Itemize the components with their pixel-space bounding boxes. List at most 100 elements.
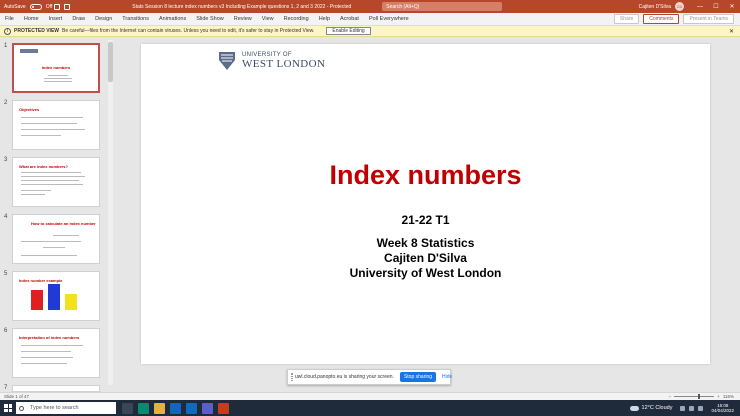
info-icon: i [4,27,11,35]
word-icon[interactable] [170,402,181,414]
tab-file[interactable]: File [0,16,19,22]
system-tray [680,405,704,411]
close-icon[interactable]: ✕ [729,28,734,35]
enable-editing-button[interactable]: Enable Editing [326,27,371,35]
volume-icon[interactable] [698,405,704,411]
tab-animations[interactable]: Animations [154,16,191,22]
chevron-up-icon[interactable] [680,405,686,411]
thumbnail-scrollbar[interactable] [108,40,113,385]
start-button[interactable] [0,400,16,416]
stop-sharing-button[interactable]: Stop sharing [399,372,437,382]
tab-recording[interactable]: Recording [279,16,314,22]
file-explorer-icon[interactable] [154,402,165,414]
tab-review[interactable]: Review [229,16,257,22]
screen-share-bar: uwl.cloud.panopto.eu is sharing your scr… [287,369,452,385]
clock-date: 04/04/2022 [711,408,734,413]
slide-line-week: Week 8 Statistics [376,236,475,250]
thumbnail-number: 7 [4,385,8,391]
thumbnail-number: 2 [4,100,8,106]
taskbar-search-placeholder: Type here to search [30,405,79,411]
thumbnail-title: Index numbers [41,65,71,70]
undo-icon[interactable] [64,3,71,10]
protected-view-label: PROTECTED VIEW [14,28,60,34]
present-in-teams-button[interactable]: Present in Teams [683,14,734,24]
search-box[interactable]: Search (Alt+Q) [382,2,503,11]
university-logo: UNIVERSITY OF WEST LONDON [218,50,328,72]
user-name[interactable]: Cajiten D'Silva [639,4,671,10]
weather-widget[interactable]: 12°C Cloudy [629,405,673,411]
tab-slide-show[interactable]: Slide Show [191,16,229,22]
save-icon[interactable] [54,3,61,10]
slide-thumbnail-3[interactable]: What are index numbers? [12,157,100,207]
slide-subtitle: 21-22 T1 [401,213,450,227]
tab-help[interactable]: Help [314,16,335,22]
protected-view-bar: i PROTECTED VIEW Be careful—files from t… [0,26,740,37]
teams-icon[interactable] [202,402,213,414]
tab-home[interactable]: Home [19,16,44,22]
autosave-label: AutoSave [4,3,26,10]
cloud-icon [629,405,639,411]
tab-acrobat[interactable]: Acrobat [335,16,364,22]
logo-mark-icon [219,52,235,70]
document-title: Stats Session 8 lecture index numbers v3… [132,3,352,10]
ribbon-tabs: File Home Insert Draw Design Transitions… [0,13,740,26]
weather-text: 12°C Cloudy [641,405,673,411]
slide-line-university: University of West London [349,266,502,280]
avatar[interactable]: CD [675,2,684,11]
slide-thumbnail-panel: 1 Index numbers 2 Objectives 3 What are … [0,37,116,392]
comments-button[interactable]: Comments [643,14,680,24]
tab-view[interactable]: View [257,16,279,22]
tab-poll-everywhere[interactable]: Poll Everywhere [364,16,414,22]
slide-thumbnail-5[interactable]: Index number example [12,271,100,321]
logo-west-london: WEST LONDON [242,58,326,70]
share-button[interactable]: Share [613,14,640,24]
windows-logo-icon [4,404,12,412]
network-icon[interactable] [689,405,695,411]
minimize-button[interactable]: — [692,4,708,10]
outlook-icon[interactable] [186,402,197,414]
powerpoint-icon[interactable] [218,402,229,414]
search-icon [19,405,24,411]
taskbar-search[interactable]: Type here to search [16,402,116,414]
protected-view-message: Be careful—files from the Internet can c… [62,28,315,34]
tab-insert[interactable]: Insert [44,16,68,22]
slide-title: Index numbers [329,160,522,190]
autosave-toggle[interactable] [29,3,42,10]
thumbnail-number: 3 [4,157,8,163]
tab-draw[interactable]: Draw [67,16,90,22]
zoom-level[interactable]: 116% [723,394,734,399]
thumbnail-title: Interpretation of index numbers [19,335,80,340]
thumbnail-title: Index number example [19,278,63,283]
current-slide[interactable] [141,44,710,364]
maximize-button[interactable]: ☐ [708,3,724,10]
tab-transitions[interactable]: Transitions [117,16,154,22]
slide-thumbnail-2[interactable]: Objectives [12,100,100,150]
drag-handle-icon[interactable] [291,373,293,381]
slide-count: Slide 1 of 47 [4,394,30,399]
autosave-state: Off [45,3,53,10]
zoom-slider[interactable] [674,394,715,399]
windows-taskbar: Type here to search 12°C Cloudy 15:08 04… [0,400,740,416]
thumbnail-title: What are index numbers? [19,164,68,169]
thumbnail-number: 4 [4,214,8,220]
thumbnail-number: 1 [4,43,8,49]
slide-thumbnail-4[interactable]: How to calculate an index number [12,214,100,264]
thumbnail-title: Objectives [19,107,40,112]
slide-thumbnail-7[interactable] [12,385,100,392]
clock[interactable]: 15:08 04/04/2022 [711,403,734,413]
slide-line-author: Cajiten D'Silva [384,251,467,265]
close-button[interactable]: ✕ [724,3,740,10]
edge-icon[interactable] [138,402,149,414]
zoom-out-icon[interactable]: − [669,394,672,399]
thumbnail-title: How to calculate an index number [31,221,96,226]
share-message: uwl.cloud.panopto.eu is sharing your scr… [295,374,394,380]
title-bar: AutoSave Off Stats Session 8 lecture ind… [0,0,740,13]
zoom-in-icon[interactable]: + [717,394,720,399]
status-bar: Slide 1 of 47 − + 116% [0,392,740,400]
tab-design[interactable]: Design [90,16,117,22]
slide-thumbnail-6[interactable]: Interpretation of index numbers [12,328,100,378]
thumbnail-number: 5 [4,271,8,277]
slide-thumbnail-1[interactable]: Index numbers [12,43,100,93]
hide-link[interactable]: Hide [442,374,452,380]
task-view-icon[interactable] [122,402,133,414]
